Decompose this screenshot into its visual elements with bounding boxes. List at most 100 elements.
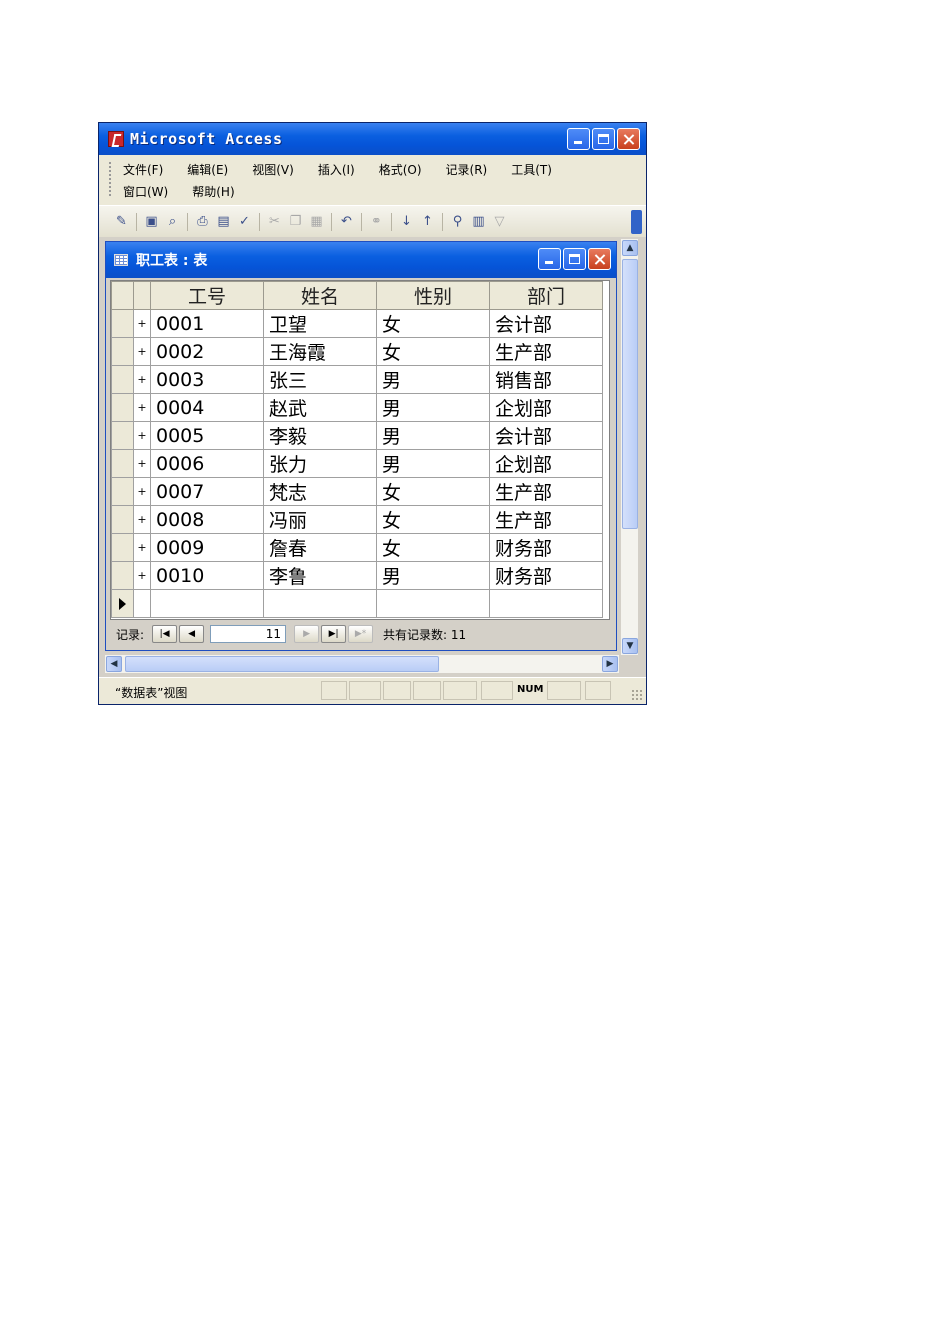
cell-sex[interactable]: 女: [376, 505, 490, 534]
cell-id[interactable]: 0006: [150, 449, 264, 478]
cell-name[interactable]: 王海霞: [263, 337, 377, 366]
cell-dept[interactable]: 会计部: [489, 421, 603, 450]
cell-name[interactable]: 梵志: [263, 477, 377, 506]
expand-icon[interactable]: +: [133, 421, 151, 450]
undo-icon[interactable]: ↶: [338, 213, 355, 230]
current-record-selector[interactable]: [111, 589, 134, 618]
cut-icon[interactable]: ✂: [266, 213, 283, 230]
row-selector[interactable]: [111, 337, 134, 366]
cell-id[interactable]: 0003: [150, 365, 264, 394]
cell-sex[interactable]: 女: [376, 309, 490, 338]
table-row[interactable]: + 0008 冯丽 女 生产部: [111, 505, 603, 534]
expand-icon[interactable]: +: [133, 449, 151, 478]
table-window-title-bar[interactable]: 职工表 : 表: [106, 242, 616, 278]
cell-dept[interactable]: 生产部: [489, 477, 603, 506]
cell-sex[interactable]: 女: [376, 533, 490, 562]
column-header-sex[interactable]: 性别: [376, 281, 490, 310]
save-icon[interactable]: ▣: [143, 213, 160, 230]
expand-icon[interactable]: +: [133, 505, 151, 534]
row-selector[interactable]: [111, 365, 134, 394]
row-selector[interactable]: [111, 477, 134, 506]
cell-sex[interactable]: 男: [376, 561, 490, 590]
copy-icon[interactable]: ❐: [287, 213, 304, 230]
menu-grip[interactable]: [109, 162, 111, 198]
cell-dept[interactable]: 财务部: [489, 561, 603, 590]
filter-by-selection-icon[interactable]: ⚲: [449, 213, 466, 230]
cell-name[interactable]: 赵武: [263, 393, 377, 422]
menu-insert[interactable]: 插入(I): [318, 161, 355, 178]
cell-dept[interactable]: 财务部: [489, 533, 603, 562]
cell-sex[interactable]: 女: [376, 477, 490, 506]
first-record-button[interactable]: |◀: [152, 625, 178, 643]
resize-grip-icon[interactable]: [631, 689, 643, 701]
cell-name[interactable]: 卫望: [263, 309, 377, 338]
search-icon[interactable]: ⌕: [164, 213, 181, 230]
cell-id[interactable]: 0002: [150, 337, 264, 366]
spelling-icon[interactable]: ✓: [236, 213, 253, 230]
column-header-dept[interactable]: 部门: [489, 281, 603, 310]
menu-window[interactable]: 窗口(W): [123, 183, 168, 200]
row-selector[interactable]: [111, 505, 134, 534]
table-row[interactable]: + 0007 梵志 女 生产部: [111, 477, 603, 506]
expand-icon[interactable]: +: [133, 533, 151, 562]
menu-help[interactable]: 帮助(H): [192, 183, 234, 200]
cell-dept[interactable]: 销售部: [489, 365, 603, 394]
cell-name[interactable]: 李毅: [263, 421, 377, 450]
app-minimize-button[interactable]: [567, 128, 590, 150]
print-icon[interactable]: ⎙: [194, 213, 211, 230]
table-row[interactable]: + 0002 王海霞 女 生产部: [111, 337, 603, 366]
cell-id[interactable]: 0009: [150, 533, 264, 562]
toolbar-options-chevron[interactable]: [631, 210, 642, 234]
app-maximize-button[interactable]: [592, 128, 615, 150]
expand-icon[interactable]: +: [133, 309, 151, 338]
menu-format[interactable]: 格式(O): [379, 161, 422, 178]
cell-sex[interactable]: 男: [376, 365, 490, 394]
scroll-down-icon[interactable]: ▼: [622, 638, 638, 654]
table-row[interactable]: + 0005 李毅 男 会计部: [111, 421, 603, 450]
cell-id[interactable]: [150, 589, 264, 618]
last-record-button[interactable]: ▶|: [321, 625, 347, 643]
table-close-button[interactable]: [588, 248, 611, 270]
scroll-up-icon[interactable]: ▲: [622, 240, 638, 256]
cell-dept[interactable]: 会计部: [489, 309, 603, 338]
cell-name[interactable]: [263, 589, 377, 618]
scroll-right-icon[interactable]: ▶: [602, 656, 618, 672]
cell-sex[interactable]: 男: [376, 421, 490, 450]
menu-file[interactable]: 文件(F): [123, 161, 163, 178]
table-row[interactable]: + 0010 李鲁 男 财务部: [111, 561, 603, 590]
design-view-icon[interactable]: ✎: [113, 213, 130, 230]
table-minimize-button[interactable]: [538, 248, 561, 270]
cell-dept[interactable]: 生产部: [489, 505, 603, 534]
sort-descending-icon[interactable]: ↑: [419, 213, 436, 230]
sort-ascending-icon[interactable]: ↓: [398, 213, 415, 230]
insert-hyperlink-icon[interactable]: ⚭: [368, 213, 385, 230]
row-selector[interactable]: [111, 449, 134, 478]
menu-tools[interactable]: 工具(T): [511, 161, 552, 178]
cell-id[interactable]: 0004: [150, 393, 264, 422]
table-row[interactable]: + 0003 张三 男 销售部: [111, 365, 603, 394]
row-selector[interactable]: [111, 393, 134, 422]
apply-filter-icon[interactable]: ▽: [491, 213, 508, 230]
new-record-row[interactable]: [111, 589, 603, 618]
paste-icon[interactable]: ▦: [308, 213, 325, 230]
previous-record-button[interactable]: ◀: [179, 625, 205, 643]
cell-name[interactable]: 张三: [263, 365, 377, 394]
select-all-corner[interactable]: [111, 281, 134, 310]
cell-id[interactable]: 0005: [150, 421, 264, 450]
scroll-left-icon[interactable]: ◀: [106, 656, 122, 672]
table-maximize-button[interactable]: [563, 248, 586, 270]
row-selector[interactable]: [111, 421, 134, 450]
current-record-input[interactable]: 11: [210, 625, 287, 643]
expand-icon[interactable]: +: [133, 337, 151, 366]
row-selector[interactable]: [111, 309, 134, 338]
cell-id[interactable]: 0008: [150, 505, 264, 534]
expand-icon[interactable]: +: [133, 365, 151, 394]
cell-dept[interactable]: 企划部: [489, 449, 603, 478]
horizontal-scrollbar[interactable]: ◀ ▶: [105, 655, 619, 673]
cell-name[interactable]: 李鲁: [263, 561, 377, 590]
expand-icon[interactable]: +: [133, 477, 151, 506]
cell-sex[interactable]: 男: [376, 393, 490, 422]
menu-records[interactable]: 记录(R): [446, 161, 488, 178]
column-header-name[interactable]: 姓名: [263, 281, 377, 310]
table-row[interactable]: + 0006 张力 男 企划部: [111, 449, 603, 478]
